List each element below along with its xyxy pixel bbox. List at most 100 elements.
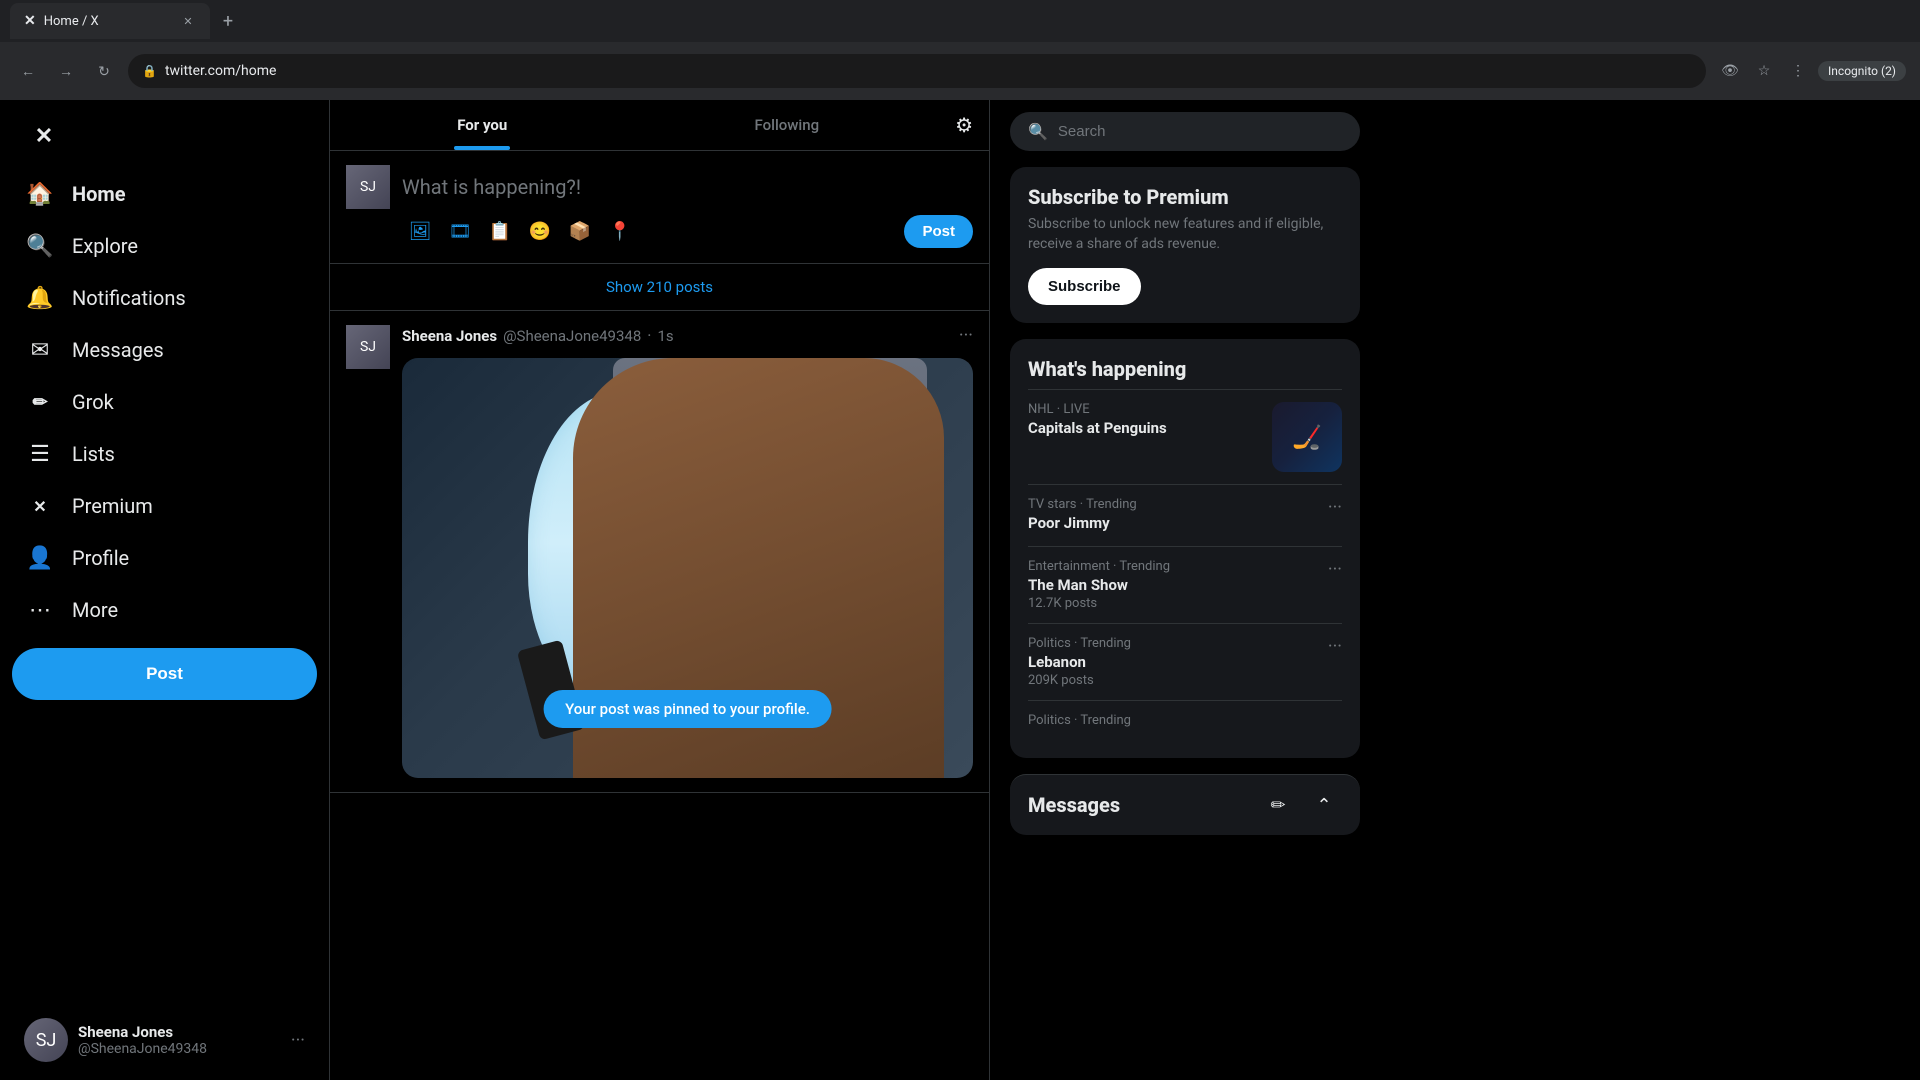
address-bar[interactable]: 🔒 twitter.com/home (128, 54, 1706, 88)
compose-poll-button[interactable]: 📋 (482, 213, 518, 249)
trend-more-lebanon[interactable]: ··· (1328, 636, 1342, 657)
trend-more-jimmy[interactable]: ··· (1328, 497, 1342, 518)
trend-name-nhl: Capitals at Penguins (1028, 419, 1262, 437)
url-text: twitter.com/home (165, 63, 276, 79)
compose-emoji-button[interactable]: 😊 (522, 213, 558, 249)
premium-box: Subscribe to Premium Subscribe to unlock… (1010, 167, 1360, 323)
trend-count-lebanon: 209K posts (1028, 673, 1318, 688)
trend-category-nhl: NHL · LIVE (1028, 402, 1262, 417)
camera-icon[interactable]: 👁 (1716, 57, 1744, 85)
tab-close-button[interactable]: ✕ (180, 13, 196, 29)
home-icon: 🏠 (26, 180, 54, 208)
sidebar-label-premium: Premium (72, 494, 153, 518)
sidebar-logo[interactable]: ✕ (12, 108, 317, 164)
sidebar-label-messages: Messages (72, 338, 164, 362)
search-icon: 🔍 (26, 232, 54, 260)
incognito-badge[interactable]: Incognito (2) (1818, 61, 1906, 81)
tweet-content: Sheena Jones @SheenaJone49348 · 1s ··· Y… (402, 325, 973, 778)
more-icon: ⋯ (26, 596, 54, 624)
compose-placeholder[interactable]: What is happening?! (402, 165, 973, 213)
sidebar-user-more-icon[interactable]: ··· (291, 1030, 305, 1051)
right-sidebar: 🔍 Subscribe to Premium Subscribe to unlo… (990, 100, 1380, 1080)
search-input[interactable] (1058, 123, 1342, 140)
sidebar-item-grok[interactable]: ✏ Grok (12, 376, 317, 428)
compose-schedule-button[interactable]: 📦 (562, 213, 598, 249)
grok-icon: ✏ (26, 388, 54, 416)
nhl-image-decoration: 🏒 (1272, 402, 1342, 472)
pinned-toast: Your post was pinned to your profile. (543, 690, 832, 728)
lists-icon: ☰ (26, 440, 54, 468)
trend-item-lebanon[interactable]: Politics · Trending Lebanon 209K posts ·… (1028, 623, 1342, 700)
compose-location-button[interactable]: 📍 (602, 213, 638, 249)
trend-content-nhl: NHL · LIVE Capitals at Penguins (1028, 402, 1262, 439)
sidebar-item-lists[interactable]: ☰ Lists (12, 428, 317, 480)
sidebar-item-messages[interactable]: ✉ Messages (12, 324, 317, 376)
user-section[interactable]: SJ Sheena Jones @SheenaJone49348 ··· (12, 1008, 317, 1072)
sidebar-user-info: Sheena Jones @SheenaJone49348 (78, 1023, 281, 1057)
star-icon[interactable]: ☆ (1750, 57, 1778, 85)
new-tab-button[interactable]: + (214, 7, 242, 35)
sidebar-label-grok: Grok (72, 390, 114, 414)
messages-compose-icon[interactable]: ✏ (1260, 787, 1296, 823)
sidebar-label-more: More (72, 598, 118, 622)
compose-right: What is happening?! 🖼 🎞 📋 😊 📦 📍 Post (402, 165, 973, 249)
browser-actions: 👁 ☆ ⋮ Incognito (2) (1716, 57, 1906, 85)
trend-image-nhl: 🏒 (1272, 402, 1342, 472)
browser-chrome: ✕ Home / X ✕ + ← → ↻ 🔒 twitter.com/home … (0, 0, 1920, 100)
messages-footer: Messages ✏ ⌃ (1010, 774, 1360, 835)
search-icon: 🔍 (1028, 122, 1048, 141)
feed-settings-button[interactable]: ⚙ (939, 103, 989, 147)
sidebar-item-home[interactable]: 🏠 Home (12, 168, 317, 220)
trend-content-manshow: Entertainment · Trending The Man Show 12… (1028, 559, 1318, 611)
whats-happening-panel: What's happening NHL · LIVE Capitals at … (1010, 339, 1360, 758)
messages-footer-title: Messages (1028, 793, 1250, 817)
tweet-dot: · (647, 326, 651, 345)
trend-item-manshow[interactable]: Entertainment · Trending The Man Show 12… (1028, 546, 1342, 623)
x-logo-icon: ✕ (26, 118, 62, 154)
tab-for-you[interactable]: For you (330, 100, 635, 150)
sidebar-item-notifications[interactable]: 🔔 Notifications (12, 272, 317, 324)
trend-category-lebanon: Politics · Trending (1028, 636, 1318, 651)
tweet-image-inner: Your post was pinned to your profile. (402, 358, 973, 778)
reload-button[interactable]: ↻ (90, 57, 118, 85)
trend-name-jimmy: Poor Jimmy (1028, 514, 1318, 532)
tweet-image: Your post was pinned to your profile. (402, 358, 973, 778)
sidebar-item-more[interactable]: ⋯ More (12, 584, 317, 636)
trend-more-manshow[interactable]: ··· (1328, 559, 1342, 580)
tweet-header: Sheena Jones @SheenaJone49348 · 1s ··· (402, 325, 973, 346)
messages-expand-icon[interactable]: ⌃ (1306, 787, 1342, 823)
premium-description: Subscribe to unlock new features and if … (1028, 215, 1342, 254)
tweet-author-name: Sheena Jones (402, 327, 497, 345)
show-posts-bar[interactable]: Show 210 posts (330, 264, 989, 311)
trend-count-manshow: 12.7K posts (1028, 596, 1318, 611)
trend-item-jimmy[interactable]: TV stars · Trending Poor Jimmy ··· (1028, 484, 1342, 546)
forward-button[interactable]: → (52, 57, 80, 85)
tweet-more-button[interactable]: ··· (959, 325, 973, 346)
browser-menu-icon[interactable]: ⋮ (1784, 57, 1812, 85)
tab-following[interactable]: Following (635, 100, 940, 150)
sidebar-post-button[interactable]: Post (12, 648, 317, 700)
sidebar-label-lists: Lists (72, 442, 115, 466)
mail-icon: ✉ (26, 336, 54, 364)
back-button[interactable]: ← (14, 57, 42, 85)
trend-item-nhl[interactable]: NHL · LIVE Capitals at Penguins 🏒 (1028, 389, 1342, 484)
tab-bar: ✕ Home / X ✕ + (0, 0, 1920, 42)
sidebar-item-explore[interactable]: 🔍 Explore (12, 220, 317, 272)
tweet-item[interactable]: SJ Sheena Jones @SheenaJone49348 · 1s ··… (330, 311, 989, 793)
active-tab[interactable]: ✕ Home / X ✕ (10, 3, 210, 39)
compose-gif-button[interactable]: 🎞 (442, 213, 478, 249)
subscribe-button[interactable]: Subscribe (1028, 268, 1141, 305)
compose-post-button[interactable]: Post (904, 215, 973, 248)
sidebar-item-premium[interactable]: ✕ Premium (12, 480, 317, 532)
premium-icon: ✕ (26, 492, 54, 520)
trend-category-manshow: Entertainment · Trending (1028, 559, 1318, 574)
compose-avatar: SJ (346, 165, 390, 209)
address-icon: 🔒 (142, 64, 157, 78)
trend-item-politics[interactable]: Politics · Trending (1028, 700, 1342, 740)
trend-content-lebanon: Politics · Trending Lebanon 209K posts (1028, 636, 1318, 688)
person-icon: 👤 (26, 544, 54, 572)
compose-image-button[interactable]: 🖼 (402, 213, 438, 249)
tweet-avatar: SJ (346, 325, 390, 369)
sidebar-item-profile[interactable]: 👤 Profile (12, 532, 317, 584)
search-box[interactable]: 🔍 (1010, 112, 1360, 151)
